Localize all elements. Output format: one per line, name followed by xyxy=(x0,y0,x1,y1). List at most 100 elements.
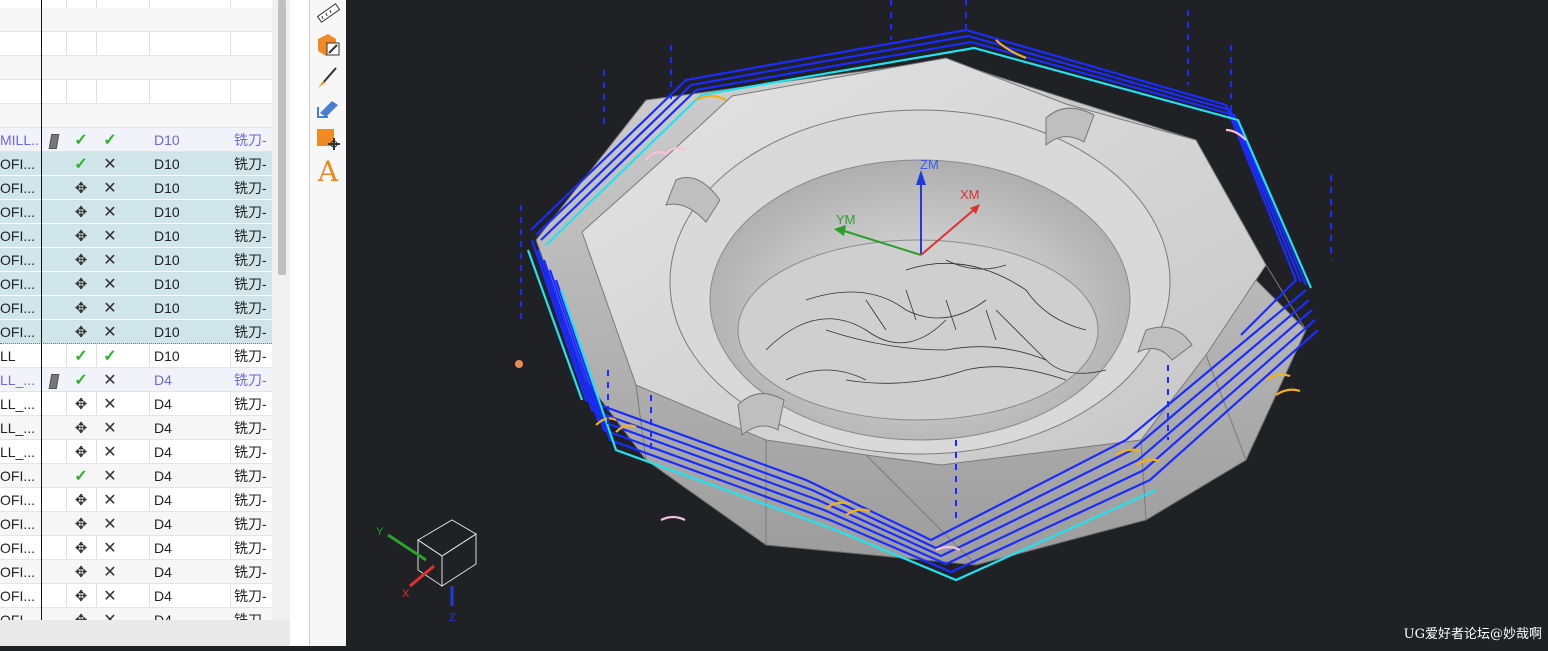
lock-icon xyxy=(44,536,64,560)
path-status: ✓ xyxy=(68,128,94,152)
output-status: ✓ xyxy=(97,344,123,368)
view-triad[interactable]: Y X Z xyxy=(376,519,477,624)
path-status: ✥ xyxy=(68,560,94,584)
operation-name: OFI... xyxy=(0,612,35,620)
path-status: ✥ xyxy=(68,200,94,224)
tool-type: 铣刀- xyxy=(234,156,267,172)
tool-type: 铣刀- xyxy=(234,444,267,460)
move-icon: ✥ xyxy=(75,612,88,620)
output-status xyxy=(97,8,123,32)
tool-name: D4 xyxy=(154,420,172,436)
operation-name: LL_... xyxy=(0,420,36,436)
lock-icon xyxy=(44,560,64,584)
path-status xyxy=(68,8,94,32)
tool-name: D4 xyxy=(154,612,172,620)
graphics-viewport[interactable]: ZM XM YM Y X Z UG爱好者论坛@妙哉啊 xyxy=(346,0,1548,646)
model-canvas[interactable]: ZM XM YM Y X Z xyxy=(346,0,1548,646)
lock-icon xyxy=(44,224,64,248)
regenerate-icon: ✕ xyxy=(103,324,117,341)
tool-name: D4 xyxy=(154,372,172,388)
tool-type: 铣刀- xyxy=(234,588,267,604)
annotation-text-icon[interactable]: A xyxy=(314,155,342,188)
triad-y-label: Y xyxy=(376,526,384,538)
tool-type xyxy=(234,8,272,32)
output-status: ✕ xyxy=(97,536,123,560)
view-orientation-icon[interactable] xyxy=(314,93,342,121)
regenerate-icon: ✕ xyxy=(103,516,117,533)
tool-type: 铣刀- xyxy=(234,276,267,292)
lock-icon xyxy=(44,368,64,392)
column-resize-handle[interactable] xyxy=(41,0,42,620)
output-status: ✕ xyxy=(97,320,123,344)
wcs-zm-label: ZM xyxy=(920,157,939,172)
check-icon: ✓ xyxy=(103,132,117,149)
check-icon: ✓ xyxy=(74,132,88,149)
tool-name: D4 xyxy=(154,468,172,484)
move-icon: ✥ xyxy=(74,324,88,341)
tool-name: D4 xyxy=(154,396,172,412)
move-icon: ✥ xyxy=(74,300,88,317)
operation-name xyxy=(0,56,40,80)
output-status: ✕ xyxy=(97,152,123,176)
path-status: ✥ xyxy=(68,224,94,248)
triad-z-label: Z xyxy=(449,612,456,624)
operation-name: OFI... xyxy=(0,300,35,316)
operation-name xyxy=(0,80,40,104)
lock-icon xyxy=(44,248,64,272)
output-status xyxy=(97,56,123,80)
snap-point-icon[interactable] xyxy=(314,124,342,152)
operation-name: LL_... xyxy=(0,396,36,412)
tool-name xyxy=(154,104,224,128)
tool-name: D4 xyxy=(154,564,172,580)
move-icon: ✥ xyxy=(74,396,88,413)
path-status: ✓ xyxy=(68,344,94,368)
vertical-scrollbar-thumb[interactable] xyxy=(278,0,286,275)
regenerate-icon: ✕ xyxy=(103,492,117,509)
tool-type xyxy=(234,56,272,80)
lock-icon xyxy=(44,104,64,128)
paint-brush-icon[interactable] xyxy=(314,62,342,90)
operation-name: OFI... xyxy=(0,492,35,508)
tool-name: D10 xyxy=(154,132,180,148)
output-status: ✕ xyxy=(97,584,123,608)
move-icon: ✥ xyxy=(74,180,88,197)
move-icon: ✥ xyxy=(74,492,88,509)
regenerate-icon: ✕ xyxy=(103,444,117,461)
path-status: ✥ xyxy=(68,512,94,536)
panel-splitter[interactable] xyxy=(290,0,309,646)
lock-icon xyxy=(44,296,64,320)
tool-type: 铣刀- xyxy=(234,252,267,268)
move-icon: ✥ xyxy=(74,564,88,581)
path-status: ✥ xyxy=(68,440,94,464)
lock-icon xyxy=(44,392,64,416)
measure-icon[interactable] xyxy=(314,0,342,28)
tool-name: D4 xyxy=(154,444,172,460)
triad-x-label: X xyxy=(402,588,410,600)
lock-icon xyxy=(44,272,64,296)
operation-name: OFI... xyxy=(0,276,35,292)
output-status: ✕ xyxy=(97,488,123,512)
tool-name: D4 xyxy=(154,588,172,604)
regenerate-icon: ✕ xyxy=(103,180,117,197)
operation-name: OFI... xyxy=(0,468,35,484)
tool-type: 铣刀- xyxy=(234,324,267,340)
move-icon: ✥ xyxy=(74,252,88,269)
lock-icon xyxy=(44,80,64,104)
section-view-icon[interactable] xyxy=(314,31,342,59)
wcs-ym-label: YM xyxy=(836,212,856,227)
regenerate-icon: ✕ xyxy=(103,276,117,293)
path-status: ✥ xyxy=(68,272,94,296)
operation-name: LL_... xyxy=(0,444,36,460)
lock-icon xyxy=(44,128,64,152)
lock-icon xyxy=(44,488,64,512)
tool-name: D4 xyxy=(154,540,172,556)
operation-name: OFI... xyxy=(0,588,35,604)
path-status: ✥ xyxy=(68,176,94,200)
operation-name: OFI... xyxy=(0,204,35,220)
regenerate-icon: ✕ xyxy=(103,204,117,221)
path-status: ✥ xyxy=(68,296,94,320)
tool-name: D10 xyxy=(154,348,180,364)
tool-type: 铣刀- xyxy=(234,564,267,580)
tool-name: D10 xyxy=(154,228,180,244)
tool-name: D10 xyxy=(154,300,180,316)
